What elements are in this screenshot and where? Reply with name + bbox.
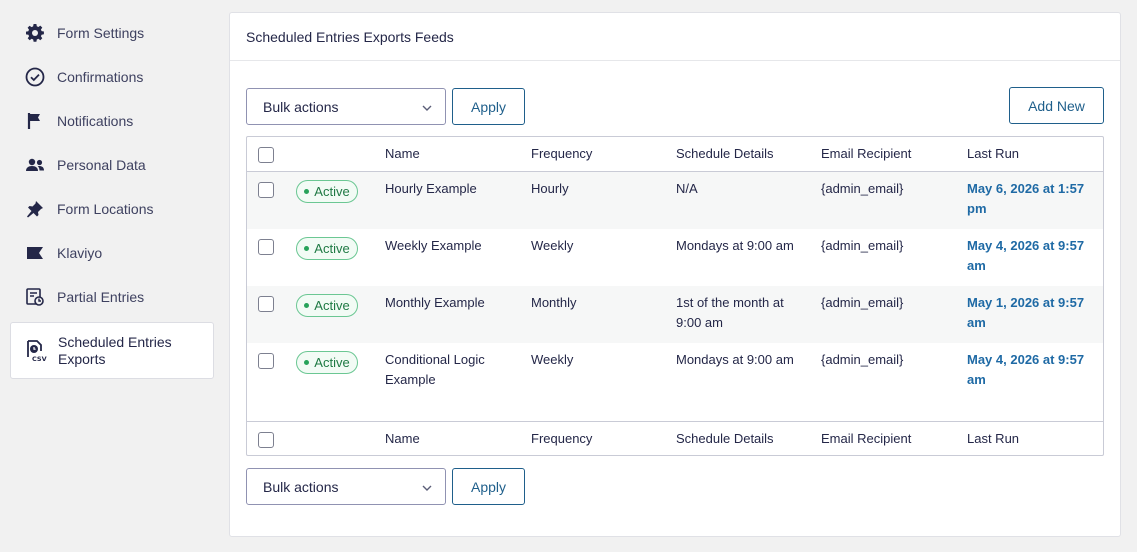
feeds-table: Name Frequency Schedule Details Email Re… (246, 136, 1104, 456)
users-icon (24, 154, 46, 176)
row-checkbox[interactable] (258, 353, 274, 369)
select-all-checkbox-footer[interactable] (258, 432, 274, 448)
bulk-actions-label: Bulk actions (263, 98, 339, 115)
flag-icon (24, 110, 46, 132)
sidebar-item-notifications[interactable]: Notifications (10, 99, 214, 143)
feeds-panel: Scheduled Entries Exports Feeds Bulk act… (229, 12, 1121, 537)
column-footer-last-run: Last Run (967, 431, 1020, 446)
settings-sidebar: Form Settings Confirmations Notification… (0, 0, 224, 552)
check-circle-icon (24, 66, 46, 88)
column-header-last-run: Last Run (967, 146, 1020, 161)
status-badge: Active (296, 180, 358, 203)
table-row: Active Monthly Example Monthly 1st of th… (247, 286, 1103, 343)
svg-text:CSV: CSV (32, 355, 47, 362)
chevron-down-icon (421, 481, 433, 497)
sidebar-item-label: Notifications (57, 113, 134, 129)
row-checkbox[interactable] (258, 182, 274, 198)
schedule-details-cell: 1st of the month at 9:00 am (676, 295, 784, 330)
sidebar-item-personal-data[interactable]: Personal Data (10, 143, 214, 187)
table-row: Active Weekly Example Weekly Mondays at … (247, 229, 1103, 286)
table-row: Active Conditional Logic Example Weekly … (247, 343, 1103, 421)
row-checkbox[interactable] (258, 239, 274, 255)
column-footer-schedule-details: Schedule Details (676, 431, 774, 446)
status-badge: Active (296, 351, 358, 374)
select-all-checkbox[interactable] (258, 147, 274, 163)
row-checkbox[interactable] (258, 296, 274, 312)
email-recipient-cell: {admin_email} (821, 238, 904, 253)
email-recipient-cell: {admin_email} (821, 295, 904, 310)
sidebar-item-label: Scheduled Entries Exports (58, 333, 172, 367)
sidebar-item-klaviyo[interactable]: Klaviyo (10, 231, 214, 275)
last-run-link[interactable]: May 4, 2026 at 9:57 am (967, 350, 1092, 390)
gear-icon (24, 22, 46, 44)
klaviyo-icon (24, 242, 46, 264)
apply-button-bottom[interactable]: Apply (452, 468, 525, 505)
bulk-actions-select-top[interactable]: Bulk actions (246, 88, 446, 125)
sidebar-item-scheduled-entries-exports[interactable]: CSV Scheduled Entries Exports (10, 322, 214, 379)
frequency-cell: Weekly (531, 238, 574, 253)
table-header: Name Frequency Schedule Details Email Re… (247, 137, 1103, 172)
last-run-link[interactable]: May 4, 2026 at 9:57 am (967, 236, 1092, 276)
bulk-actions-label: Bulk actions (263, 478, 339, 495)
status-badge: Active (296, 294, 358, 317)
column-footer-name[interactable]: Name (385, 429, 420, 449)
chevron-down-icon (421, 101, 433, 117)
sidebar-item-partial-entries[interactable]: Partial Entries (10, 275, 214, 319)
csv-export-icon: CSV (25, 339, 47, 362)
add-new-button[interactable]: Add New (1009, 87, 1104, 124)
frequency-cell: Monthly (531, 295, 577, 310)
schedule-details-cell: N/A (676, 181, 698, 196)
bulk-actions-select-bottom[interactable]: Bulk actions (246, 468, 446, 505)
sidebar-item-form-locations[interactable]: Form Locations (10, 187, 214, 231)
sidebar-item-label: Form Settings (57, 25, 145, 41)
column-header-name[interactable]: Name (385, 144, 420, 164)
panel-title: Scheduled Entries Exports Feeds (230, 13, 1120, 61)
sidebar-item-label: Form Locations (57, 201, 154, 217)
last-run-link[interactable]: May 6, 2026 at 1:57 pm (967, 179, 1092, 219)
schedule-details-cell: Mondays at 9:00 am (676, 238, 794, 253)
pin-icon (24, 198, 46, 220)
apply-button-top[interactable]: Apply (452, 88, 525, 125)
feed-name-link[interactable]: Hourly Example (385, 179, 477, 199)
sidebar-item-form-settings[interactable]: Form Settings (10, 11, 214, 55)
column-footer-frequency: Frequency (531, 431, 593, 446)
frequency-cell: Weekly (531, 352, 574, 367)
table-footer: Name Frequency Schedule Details Email Re… (247, 421, 1103, 456)
feed-name-link[interactable]: Weekly Example (385, 236, 482, 256)
sidebar-item-label: Klaviyo (57, 245, 103, 261)
sidebar-item-label: Partial Entries (57, 289, 145, 305)
feed-name-link[interactable]: Conditional Logic Example (385, 350, 505, 390)
table-row: Active Hourly Example Hourly N/A {admin_… (247, 172, 1103, 229)
last-run-link[interactable]: May 1, 2026 at 9:57 am (967, 293, 1092, 333)
column-header-frequency: Frequency (531, 146, 593, 161)
column-header-schedule-details: Schedule Details (676, 146, 774, 161)
sidebar-item-confirmations[interactable]: Confirmations (10, 55, 214, 99)
feed-name-link[interactable]: Monthly Example (385, 293, 485, 313)
frequency-cell: Hourly (531, 181, 569, 196)
column-footer-email-recipient: Email Recipient (821, 431, 912, 446)
email-recipient-cell: {admin_email} (821, 352, 904, 367)
email-recipient-cell: {admin_email} (821, 181, 904, 196)
sidebar-item-label: Confirmations (57, 69, 144, 85)
column-header-email-recipient: Email Recipient (821, 146, 912, 161)
sidebar-item-label: Personal Data (57, 157, 146, 173)
status-badge: Active (296, 237, 358, 260)
partial-entries-icon (24, 286, 46, 308)
schedule-details-cell: Mondays at 9:00 am (676, 352, 794, 367)
